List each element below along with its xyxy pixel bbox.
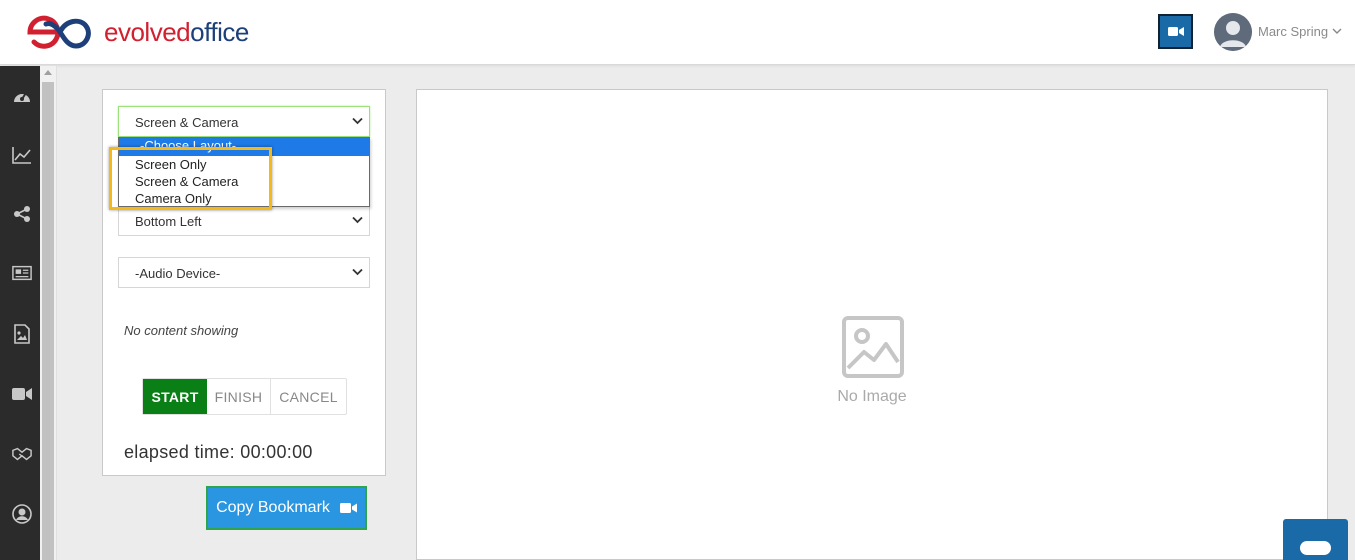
chevron-down-icon [352,268,363,276]
chevron-down-icon[interactable] [1331,25,1343,37]
evolved-office-logo[interactable]: evolvedoffice [26,14,249,50]
analytics-icon[interactable] [12,145,32,165]
video-camera-icon[interactable] [12,384,32,404]
camera-position-select[interactable]: Bottom Left [118,205,370,236]
layout-dropdown-list: -Choose Layout- Screen Only Screen & Cam… [118,137,370,207]
logo-wordmark: evolvedoffice [104,17,249,48]
newspaper-icon[interactable] [12,263,32,283]
chat-widget-button[interactable] [1283,519,1348,560]
user-circle-icon[interactable] [12,504,32,524]
cancel-button[interactable]: CANCEL [271,379,346,414]
video-preview-area: No Image [416,89,1328,560]
dashboard-icon[interactable] [12,86,32,106]
user-name[interactable]: Marc Spring [1258,24,1328,39]
top-header: evolvedoffice Marc Spring [0,0,1355,65]
scrollbar-thumb[interactable] [42,82,54,560]
scroll-up-arrow-icon[interactable] [44,70,52,75]
image-icon[interactable] [12,324,32,344]
recording-button-group: START FINISH CANCEL [142,378,347,415]
layout-option[interactable]: Camera Only [119,190,369,207]
logo-word-office: office [190,16,249,47]
copy-bookmark-label: Copy Bookmark [216,499,330,516]
start-recording-header-button[interactable] [1158,14,1193,49]
layout-select[interactable]: Screen & Camera [118,106,370,137]
logo-word-evolved: evolved [104,16,191,47]
logo-mark-icon [27,15,91,49]
elapsed-time: elapsed time: 00:00:00 [124,442,313,462]
layout-option[interactable]: -Choose Layout- [119,138,369,156]
finish-button[interactable]: FINISH [207,379,271,414]
layout-option[interactable]: Screen & Camera [119,173,369,190]
chevron-down-icon [352,117,363,125]
user-avatar[interactable] [1214,13,1252,51]
user-silhouette-icon [1214,13,1252,51]
copy-bookmark-button[interactable]: Copy Bookmark [206,486,367,530]
video-camera-icon [339,503,357,513]
audio-select-value: -Audio Device- [135,266,221,281]
audio-device-select[interactable]: -Audio Device- [118,257,370,288]
start-button[interactable]: START [143,379,207,414]
video-camera-icon [1167,27,1184,36]
vertical-scrollbar[interactable] [40,66,57,560]
layout-select-value: Screen & Camera [135,115,239,130]
content-status-text: No content showing [124,323,239,338]
chat-bubble-icon [1300,541,1331,555]
share-icon[interactable] [12,204,32,224]
sidebar-nav [0,66,40,560]
image-placeholder-icon [842,316,904,378]
chevron-down-icon [352,216,363,224]
no-image-text: No Image [837,388,907,405]
recording-controls-panel: Screen & Camera Bottom Left -Choose Layo… [102,89,386,476]
layout-option[interactable]: Screen Only [119,156,369,173]
handshake-icon[interactable] [12,444,32,464]
position-select-value: Bottom Left [135,214,202,229]
